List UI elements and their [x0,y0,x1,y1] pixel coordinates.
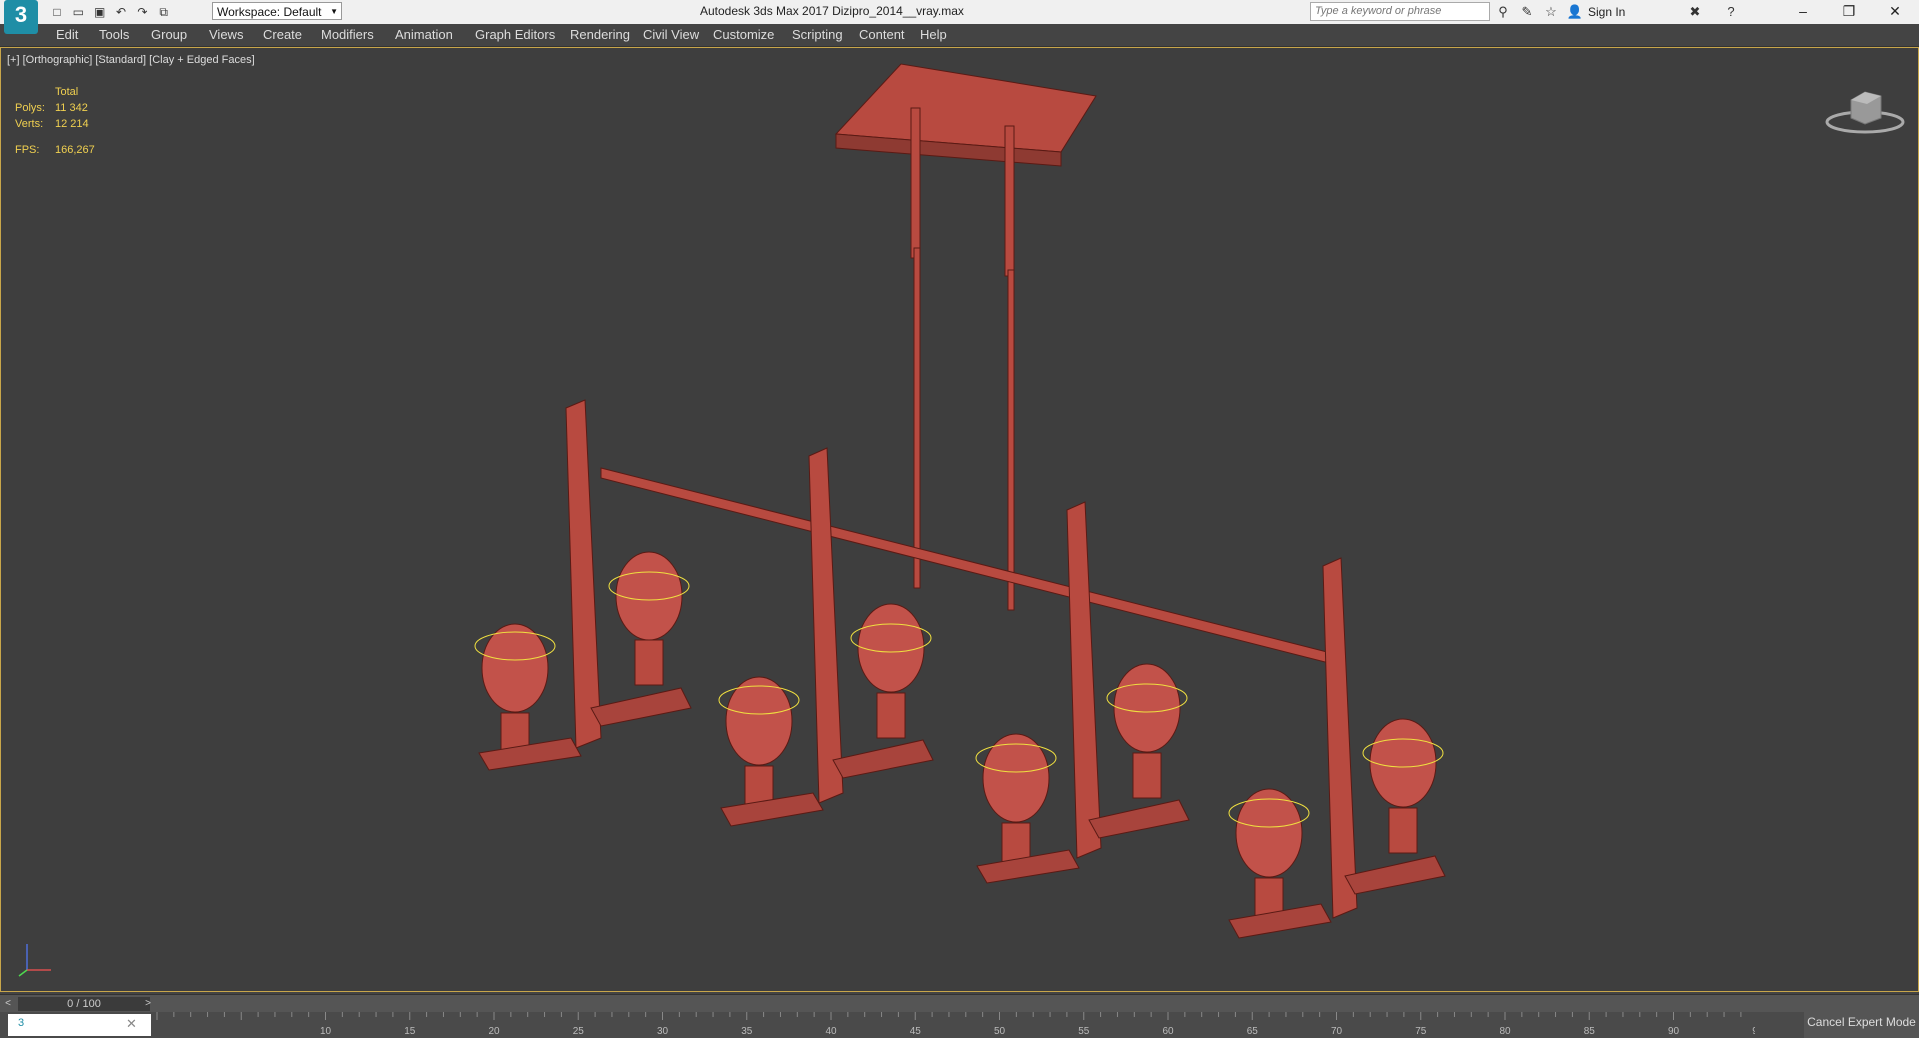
menu-graph-editors[interactable]: Graph Editors [475,27,555,42]
timeline-tick-label: 95 [1752,1026,1755,1037]
menu-content[interactable]: Content [859,27,905,42]
timeline-tick-label: 90 [1668,1026,1680,1037]
menu-customize[interactable]: Customize [713,27,774,42]
timeline-tick-label: 45 [910,1026,922,1037]
menu-rendering[interactable]: Rendering [570,27,630,42]
workspace-dropdown[interactable]: Workspace: Default ▼ [212,2,342,20]
timeline-ruler[interactable]: 101520253035404550556065707580859095100 [155,1012,1755,1038]
restore-button[interactable]: ❐ [1827,0,1871,24]
timeline-tick-label: 10 [320,1026,332,1037]
menu-bar: Edit Tools Group Views Create Modifiers … [0,24,1919,47]
workspace-label: Workspace: Default [217,5,322,19]
viewport[interactable]: [+] [Orthographic] [Standard] [Clay + Ed… [0,47,1919,992]
binoculars-icon[interactable]: ⚲ [1494,3,1512,21]
timeline-tick-label: 15 [404,1026,416,1037]
redo-icon[interactable]: ↷ [133,3,151,21]
save-icon[interactable]: ▣ [91,3,109,21]
tools-icon[interactable]: ✎ [1518,3,1536,21]
exchange-icon[interactable]: ✖ [1686,3,1704,21]
sign-in-button[interactable]: Sign In [1588,5,1625,19]
menu-animation[interactable]: Animation [395,27,453,42]
close-icon[interactable]: ✕ [126,1016,137,1032]
new-file-icon[interactable]: □ [48,3,66,21]
timeline-tick-label: 80 [1499,1026,1511,1037]
menu-tools[interactable]: Tools [99,27,129,42]
time-slider-bar: < 0 / 100 > [0,994,1919,1013]
window-title: Autodesk 3ds Max 2017 Dizipro_2014__vray… [700,4,964,18]
chandelier-model[interactable] [1,48,1918,991]
menu-create[interactable]: Create [263,27,302,42]
menu-group[interactable]: Group [151,27,187,42]
timeline-tick-label: 50 [994,1026,1006,1037]
chevron-left-icon[interactable]: < [2,997,14,1011]
timeline-tick-label: 65 [1247,1026,1259,1037]
timeline-tick-label: 55 [1078,1026,1090,1037]
timeline-tick-label: 30 [657,1026,669,1037]
axis-tripod-icon [18,944,51,977]
mini-listener[interactable]: 3 ✕ [8,1014,151,1036]
close-button[interactable]: ✕ [1873,0,1917,24]
open-file-icon[interactable]: ▭ [69,3,87,21]
menu-modifiers[interactable]: Modifiers [321,27,374,42]
title-bar: □ ▭ ▣ ↶ ↷ ⧉ Workspace: Default ▼ Autodes… [0,0,1919,25]
menu-scripting[interactable]: Scripting [792,27,843,42]
menu-views[interactable]: Views [209,27,243,42]
star-icon[interactable]: ☆ [1542,3,1560,21]
cancel-expert-mode-button[interactable]: Cancel Expert Mode [1804,1006,1919,1038]
quick-access-toolbar: □ ▭ ▣ ↶ ↷ ⧉ [48,3,173,21]
undo-icon[interactable]: ↶ [112,3,130,21]
timeline-tick-label: 85 [1584,1026,1596,1037]
timeline-tick-label: 75 [1415,1026,1427,1037]
chevron-down-icon: ▼ [330,7,338,16]
timeline-tick-label: 60 [1162,1026,1174,1037]
timeline-tick-label: 25 [573,1026,585,1037]
timeline-tick-label: 70 [1331,1026,1343,1037]
help-icon[interactable]: ? [1722,3,1740,21]
search-input[interactable]: Type a keyword or phrase [1310,2,1490,21]
chevron-right-icon[interactable]: > [142,997,154,1011]
timeline-tick-label: 35 [741,1026,753,1037]
menu-edit[interactable]: Edit [56,27,78,42]
timeline-tick-label: 20 [488,1026,500,1037]
menu-help[interactable]: Help [920,27,947,42]
app-logo[interactable]: 3 [4,0,38,34]
user-icon: 👤 [1566,4,1584,19]
time-slider[interactable]: 0 / 100 [18,997,150,1011]
menu-civil-view[interactable]: Civil View [643,27,699,42]
maxscript-icon: 3 [18,1017,25,1029]
project-icon[interactable]: ⧉ [155,3,173,21]
timeline-tick-label: 40 [825,1026,837,1037]
minimize-button[interactable]: – [1781,0,1825,24]
